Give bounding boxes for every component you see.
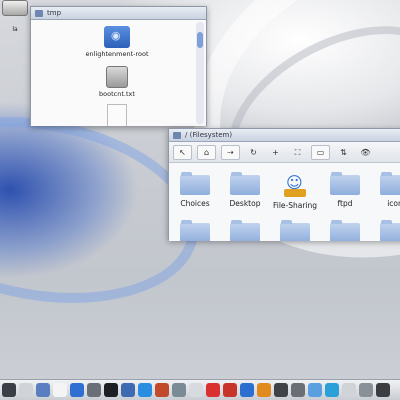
folder-desktop[interactable]: Desktop [220, 172, 270, 208]
file-sharing-icon [280, 173, 310, 197]
paint-icon[interactable] [308, 383, 322, 397]
color-icon[interactable] [257, 383, 271, 397]
vertical-scrollbar[interactable] [196, 22, 204, 124]
tmp-item-enlightenment-root[interactable]: enlightenment-root [77, 26, 157, 58]
web-icon[interactable] [172, 383, 186, 397]
image-viewer-icon[interactable] [121, 383, 135, 397]
disk-image-icon [106, 66, 128, 88]
sort-icon[interactable]: ⇅ [335, 146, 352, 159]
folder-label: File-Sharing [272, 201, 318, 210]
desktop-drive-item[interactable]: la [2, 0, 28, 33]
window-title: / (Filesystem) [185, 131, 233, 139]
printer-icon[interactable] [189, 383, 203, 397]
browser-icon[interactable] [240, 383, 254, 397]
trash-icon[interactable] [359, 383, 373, 397]
power-icon[interactable] [376, 383, 390, 397]
folder-file-sharing[interactable]: File-Sharing [270, 173, 320, 210]
folder-ftpd[interactable]: ftpd [320, 172, 370, 208]
red-app-icon[interactable] [223, 383, 237, 397]
folder-icon [230, 172, 260, 195]
folder-icon [380, 172, 400, 195]
item-label: bootcnt.txt [99, 90, 135, 98]
forward-back-icon[interactable]: ⇢ [221, 144, 240, 160]
tmp-item-bootcnt[interactable]: bootcnt.txt [77, 66, 157, 98]
tmp-item-document[interactable] [77, 104, 157, 126]
fm-content: Choices Desktop File-Sharing ftpd icon [169, 163, 400, 241]
monitor-icon[interactable] [104, 383, 118, 397]
music-icon[interactable] [155, 383, 169, 397]
calendar-icon[interactable] [342, 383, 356, 397]
scrollbar-thumb[interactable] [197, 32, 203, 48]
taskbar [0, 379, 400, 400]
folder-icon [180, 220, 210, 241]
folder-row2[interactable] [270, 220, 320, 241]
fm-toolbar: ↖ ⌂ ⇢ ↻ + ⛶ ▭ ⇅ 👁 [169, 142, 400, 163]
fm-window-titlebar[interactable]: / (Filesystem) [169, 129, 400, 142]
media-icon[interactable] [70, 383, 84, 397]
show-hidden-icon[interactable]: 👁 [357, 146, 374, 159]
folder-icon [330, 220, 360, 241]
files-icon[interactable] [36, 383, 50, 397]
folder-icon [280, 220, 310, 241]
new-folder-icon[interactable]: + [267, 146, 284, 159]
up-arrow-icon[interactable]: ↖ [173, 144, 192, 160]
expand-icon[interactable]: ⛶ [289, 146, 306, 159]
folder-icon [330, 172, 360, 195]
folder-row2[interactable] [370, 220, 400, 241]
folder-label: Choices [180, 199, 210, 208]
audio-icon[interactable] [325, 383, 339, 397]
folder-icon [380, 220, 400, 241]
folder-icon [180, 172, 210, 195]
window-title: tmp [47, 9, 62, 17]
special-folder-icon [104, 26, 130, 48]
folder-row2[interactable] [170, 220, 220, 241]
folder-label: icon [387, 199, 400, 208]
blank-icon[interactable] [53, 383, 67, 397]
terminal-icon[interactable] [87, 383, 101, 397]
chat-icon[interactable] [138, 383, 152, 397]
refresh-icon[interactable]: ↻ [245, 146, 262, 159]
view-mode-icon[interactable]: ▭ [311, 144, 330, 160]
desktop-icon-label: la [12, 26, 18, 33]
folder-icon-dir[interactable]: icon [370, 172, 400, 208]
folder-row2[interactable] [320, 220, 370, 241]
folder-choices[interactable]: Choices [170, 172, 220, 208]
folder-label: ftpd [337, 199, 353, 208]
folder-row2[interactable] [220, 220, 270, 241]
hard-drive-icon [2, 0, 28, 16]
car-icon[interactable] [206, 383, 220, 397]
tmp-window[interactable]: tmp enlightenment-root bootcnt.txt [30, 6, 207, 126]
folder-icon [230, 220, 260, 241]
window-list-icon[interactable] [19, 383, 33, 397]
home-icon[interactable]: ⌂ [197, 144, 216, 160]
tools-icon[interactable] [291, 383, 305, 397]
window-menu-icon[interactable] [35, 9, 43, 17]
start-menu-icon[interactable] [2, 383, 16, 397]
folder-label: Desktop [229, 199, 261, 208]
camera-icon[interactable] [274, 383, 288, 397]
item-label: enlightenment-root [85, 50, 149, 58]
document-icon [107, 104, 127, 126]
window-menu-icon[interactable] [173, 131, 181, 139]
tmp-window-titlebar[interactable]: tmp [31, 7, 206, 20]
filesystem-window[interactable]: / (Filesystem) ↖ ⌂ ⇢ ↻ + ⛶ ▭ ⇅ 👁 Choices… [168, 128, 400, 241]
tmp-window-content: enlightenment-root bootcnt.txt [31, 20, 206, 126]
